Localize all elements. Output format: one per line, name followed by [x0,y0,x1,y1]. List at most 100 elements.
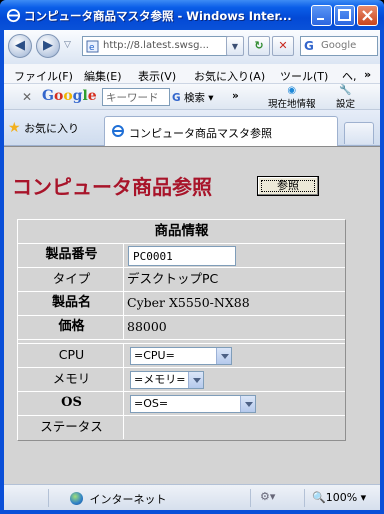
status-label: ステータス [20,416,124,439]
product-info-table: 商品情報 製品番号 タイプ デスクトップPC 製品名 Cyber X5550-N… [17,219,346,441]
table-row: 価格 88000 [18,316,345,340]
type-value: デスクトップPC [127,271,219,286]
close-button[interactable] [357,5,378,26]
menu-tools[interactable]: ツール(T) [280,68,328,84]
star-icon: ★ [8,120,21,136]
memory-selected-value: =メモリ= [134,373,186,386]
page-content: コンピュータ商品参照 参照 商品情報 製品番号 タイプ デスクトップPC 製品名… [4,146,380,484]
settings-button[interactable]: 🔧 設定 [336,85,356,111]
cpu-select[interactable]: =CPU= [130,347,232,365]
cpu-label: CPU [20,344,124,367]
menu-favorites[interactable]: お気に入り(A) [194,68,265,84]
table-row: CPU =CPU= [18,344,345,368]
toolbar-close-icon[interactable]: ✕ [22,90,32,104]
status-bar: インターネット ⚙▾ 🔍100% ▾ [4,484,380,510]
chevron-down-icon: ▼ [231,42,239,51]
zone-label: インターネット [89,493,167,506]
close-icon [362,10,373,21]
menu-bar: ファイル(F) 編集(E) 表示(V) お気に入り(A) ツール(T) ヘ, » [4,64,380,84]
menu-edit[interactable]: 編集(E) [84,68,122,84]
memory-select[interactable]: =メモリ= [130,371,204,389]
product-no-input[interactable] [128,246,236,266]
table-row: 製品名 Cyber X5550-NX88 [18,292,345,316]
wrench-icon: 🔧 [339,85,352,96]
zoom-level: 100% [325,491,358,504]
globe-icon [70,492,83,505]
new-tab-button[interactable] [344,122,374,144]
chevron-down-icon [188,372,203,388]
search-label: 検索 [183,92,205,104]
forward-arrow-icon: ▶ [43,38,53,53]
table-row: ステータス [18,416,345,440]
search-field[interactable]: G Google [300,36,378,56]
minimize-icon [317,18,324,20]
maximize-icon [338,9,351,21]
keyword-input[interactable]: キーワード [102,88,170,106]
page-title: コンピュータ商品参照 [12,175,212,199]
zoom-control[interactable]: 🔍100% ▾ [312,491,366,504]
menu-view[interactable]: 表示(V) [138,68,176,84]
name-label: 製品名 [20,292,124,315]
status-divider [304,489,305,507]
status-divider [48,489,49,507]
stop-button[interactable]: ✕ [272,36,294,56]
memory-label: メモリ [20,368,124,391]
favorites-label: お気に入り [24,122,80,135]
status-divider [250,489,251,507]
google-g-icon: G [172,92,181,104]
back-arrow-icon: ◀ [15,38,25,53]
ie-page-icon [112,125,124,137]
location-button[interactable]: ◉ 現在地情報 [268,85,316,111]
browser-window: コンピュータ商品マスタ参照 - Windows Inter... ◀ ▶ ▽ e… [0,0,384,514]
window-title: コンピュータ商品マスタ参照 - Windows Inter... [24,9,292,23]
minimize-button[interactable] [311,5,332,26]
menu-more-icon[interactable]: » [364,68,371,81]
protected-mode-icon[interactable]: ⚙▾ [260,490,275,503]
ie-icon [6,8,21,23]
title-bar: コンピュータ商品マスタ参照 - Windows Inter... [0,0,384,30]
tab-current[interactable]: コンピュータ商品マスタ参照 [104,116,338,146]
browser-client: ◀ ▶ ▽ e http://8.latest.swsg... ▼ ↻ ✕ G … [4,30,380,510]
toolbar-more-icon[interactable]: » [232,90,239,102]
price-label: 価格 [20,316,124,339]
google-toolbar: ✕ Google キーワード G 検索 ▾ » ◉ 現在地情報 🔧 設定 [4,84,380,110]
section-title: 商品情報 [154,223,209,239]
google-search-button[interactable]: G 検索 ▾ [172,90,214,105]
settings-label: 設定 [336,99,356,110]
favorites-bar: ★ お気に入り コンピュータ商品マスタ参照 [4,110,380,146]
os-label: OS [20,392,124,415]
address-field[interactable]: e http://8.latest.swsg... [82,36,242,56]
google-g-icon: G [304,39,314,53]
forward-button[interactable]: ▶ [36,34,60,58]
menu-file[interactable]: ファイル(F) [14,68,73,84]
search-placeholder: Google [321,40,357,51]
chevron-down-icon [216,348,231,364]
chevron-down-icon [240,396,255,412]
google-logo: Google [42,88,97,104]
reference-button[interactable]: 参照 [257,176,319,196]
address-row: ◀ ▶ ▽ e http://8.latest.swsg... ▼ ↻ ✕ G … [4,30,380,64]
security-zone: インターネット [70,491,167,507]
type-label: タイプ [20,268,124,291]
stop-icon: ✕ [278,39,288,52]
svg-text:e: e [89,43,95,53]
product-no-label: 製品番号 [20,244,124,267]
name-value: Cyber X5550-NX88 [127,295,250,310]
os-select[interactable]: =OS= [130,395,256,413]
price-value: 88000 [127,319,167,334]
table-row: OS =OS= [18,392,345,416]
menu-help[interactable]: ヘ, [342,68,357,84]
favorites-button[interactable]: ★ お気に入り [8,120,79,136]
wifi-icon: ◉ [287,85,297,96]
table-row: メモリ =メモリ= [18,368,345,392]
address-dropdown-button[interactable]: ▼ [226,36,244,56]
cpu-selected-value: =CPU= [134,349,175,362]
history-dropdown-icon[interactable]: ▽ [64,40,71,50]
tab-title: コンピュータ商品マスタ参照 [129,127,272,140]
refresh-button[interactable]: ↻ [248,36,270,56]
maximize-button[interactable] [334,5,355,26]
zoom-icon: 🔍 [312,491,326,504]
back-button[interactable]: ◀ [8,34,32,58]
page-icon: e [86,40,99,53]
table-row: 製品番号 [18,244,345,268]
